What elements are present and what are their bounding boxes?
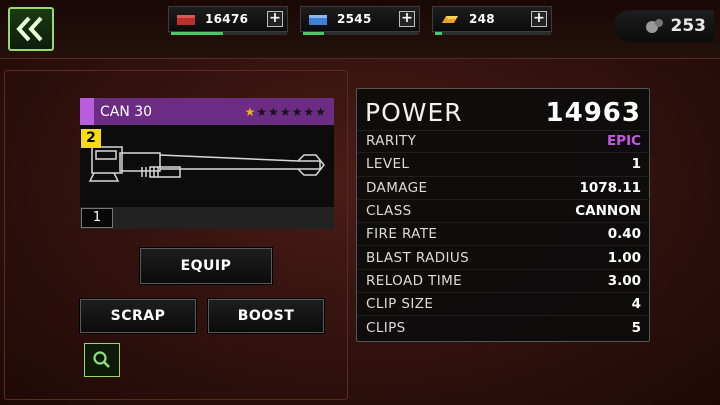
blue-crate-icon (309, 15, 327, 25)
weapon-card-footer (80, 207, 334, 229)
double-chevron-left-icon (16, 16, 43, 42)
back-button[interactable] (8, 7, 54, 51)
red-crate-icon (177, 15, 195, 25)
stat-label: BLAST RADIUS (366, 249, 470, 266)
stat-label: FIRE RATE (366, 226, 438, 243)
stat-row-damage: DAMAGE 1078.11 (357, 177, 651, 200)
stat-row-blast-radius: BLAST RADIUS 1.00 (357, 246, 651, 270)
gold-count: 248 (469, 12, 495, 26)
stat-row-fire-rate: FIRE RATE 0.40 (357, 223, 651, 247)
stat-row-reload-time: RELOAD TIME 3.00 (357, 270, 651, 294)
weapon-stats-panel: POWER 14963 RARITY EPIC LEVEL 1 DAMAGE 1… (356, 88, 651, 342)
weapon-card-header[interactable]: CAN 30 ★ ★ ★ ★ ★ ★ ★ (80, 98, 334, 125)
stat-row-clip-size: CLIP SIZE 4 (357, 293, 651, 317)
star-icon: ★ (303, 104, 315, 119)
add-steel-button[interactable]: + (399, 11, 415, 27)
inspect-button[interactable] (84, 343, 120, 377)
stat-row-clips: CLIPS 5 (357, 316, 651, 339)
stat-value: CANNON (575, 203, 641, 220)
stat-value: 0.40 (607, 226, 641, 243)
stat-label: CLASS (366, 203, 412, 220)
boost-button[interactable]: BOOST (207, 298, 325, 334)
star-icon: ★ (268, 104, 279, 119)
resource-steel: 2545 + (300, 6, 420, 35)
stat-label: LEVEL (366, 156, 410, 173)
stat-label: DAMAGE (366, 179, 428, 196)
scrap-button[interactable]: SCRAP (79, 298, 197, 334)
stat-value: 1.00 (607, 249, 641, 266)
weapon-level-badge: 2 (81, 129, 101, 148)
stat-row-class: CLASS CANNON (357, 200, 651, 224)
stat-label: CLIP SIZE (366, 296, 434, 313)
grenade-count: 253 (670, 16, 707, 36)
cannon-weapon-image (88, 146, 325, 182)
stat-value: 5 (631, 320, 641, 337)
brick-count: 16476 (205, 12, 249, 26)
steel-progress-bar (303, 32, 419, 35)
resource-gold: 248 + (432, 6, 552, 35)
top-divider (0, 58, 720, 68)
power-label: POWER (365, 98, 463, 127)
add-brick-button[interactable]: + (267, 11, 283, 27)
equip-button[interactable]: EQUIP (139, 247, 273, 285)
star-rating: ★ ★ ★ ★ ★ ★ ★ (244, 105, 326, 119)
gold-progress-bar (435, 32, 551, 35)
star-icon: ★ (279, 104, 291, 119)
stat-value: 1 (631, 156, 641, 173)
weapon-count: 1 (81, 208, 113, 228)
stat-value: EPIC (606, 133, 641, 150)
star-icon: ★ (244, 104, 256, 119)
stat-list: RARITY EPIC LEVEL 1 DAMAGE 1078.11 CLASS… (357, 130, 651, 340)
gold-bars-icon (442, 16, 458, 23)
power-value: 14963 (545, 97, 641, 128)
grenade-counter: 253 (614, 10, 714, 42)
stat-label: RARITY (366, 133, 417, 150)
stat-row-level: LEVEL 1 (357, 153, 651, 177)
stat-row-rarity: RARITY EPIC (357, 130, 651, 154)
resource-brick: 16476 + (168, 6, 288, 35)
grenade-icon (645, 19, 663, 33)
stat-label: RELOAD TIME (366, 272, 463, 289)
steel-count: 2545 (337, 12, 372, 26)
star-icon: ★ (315, 104, 326, 119)
weapon-image-area[interactable] (80, 125, 334, 207)
stat-value: 3.00 (607, 272, 641, 289)
add-gold-button[interactable]: + (531, 11, 547, 27)
stat-value: 1078.11 (579, 179, 642, 196)
star-icon: ★ (291, 104, 303, 119)
weapon-name: CAN 30 (100, 103, 153, 120)
brick-progress-bar (171, 32, 287, 35)
stat-label: CLIPS (366, 320, 406, 337)
magnifier-icon (93, 351, 110, 368)
stat-value: 4 (631, 296, 641, 313)
power-row: POWER 14963 (357, 95, 651, 131)
star-icon: ★ (256, 104, 268, 119)
